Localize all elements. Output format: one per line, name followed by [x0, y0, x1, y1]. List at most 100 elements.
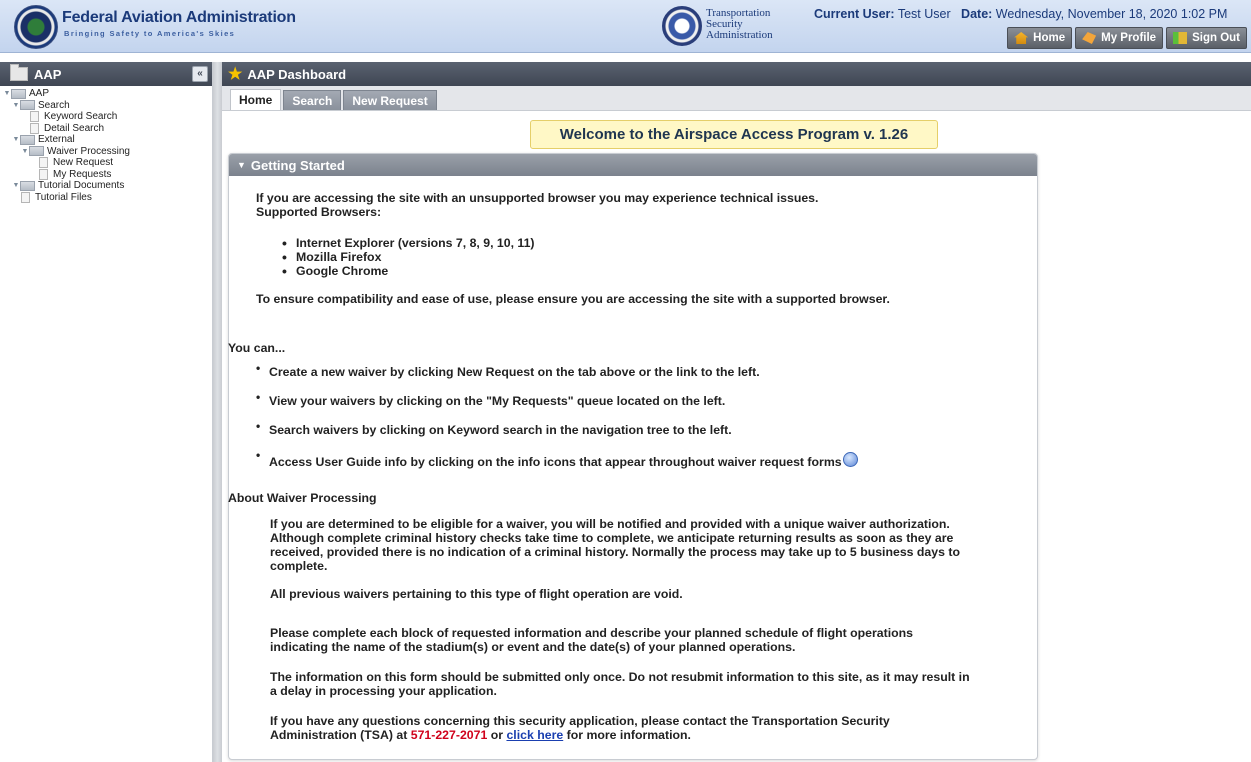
expand-arrow-icon[interactable]: ▼ — [12, 100, 20, 112]
my-profile-button[interactable]: My Profile — [1075, 27, 1164, 49]
sidebar: AAP « ▼ AAP ▼ Search Keyword Search Deta… — [0, 62, 213, 762]
tree-item-keyword-search[interactable]: Keyword Search — [0, 111, 212, 123]
tree-item-label: Keyword Search — [44, 111, 118, 122]
faa-seal-icon — [14, 5, 58, 49]
tab-bar: Home Search New Request — [222, 86, 1251, 111]
tab-home[interactable]: Home — [230, 89, 282, 110]
dashboard-header: ★ AAP Dashboard — [222, 62, 1251, 86]
faa-tagline: Bringing Safety to America's Skies — [64, 29, 236, 38]
document-icon — [21, 191, 30, 203]
date-label: Date: — [961, 7, 993, 21]
you-can-heading: You can... — [228, 341, 286, 355]
my-profile-button-label: My Profile — [1101, 32, 1157, 44]
expand-arrow-icon[interactable]: ▼ — [3, 88, 11, 100]
click-here-link[interactable]: click here — [506, 728, 563, 742]
tree-item-tutorial-documents[interactable]: ▼ Tutorial Documents — [0, 180, 212, 192]
tree-item-label: Waiver Processing — [47, 145, 130, 157]
dashboard-title: AAP Dashboard — [247, 66, 347, 82]
expand-arrow-icon[interactable]: ▼ — [12, 180, 20, 192]
browser-item: Google Chrome — [282, 264, 388, 278]
tree-item-label: My Requests — [53, 168, 112, 180]
action-item: Create a new waiver by clicking New Requ… — [256, 361, 760, 379]
home-button-label: Home — [1033, 32, 1066, 44]
collapse-triangle-icon: ▼ — [237, 160, 246, 170]
tree-item-label: Search — [38, 99, 70, 111]
browser-item: Mozilla Firefox — [282, 250, 381, 264]
main-content: ★ AAP Dashboard Home Search New Request … — [222, 62, 1251, 762]
tree-item-new-request[interactable]: New Request — [0, 157, 212, 169]
tree-item-detail-search[interactable]: Detail Search — [0, 123, 212, 135]
tree-item-search[interactable]: ▼ Search — [0, 100, 212, 112]
info-icon[interactable] — [842, 452, 858, 467]
welcome-banner: Welcome to the Airspace Access Program v… — [530, 120, 938, 149]
about-paragraph-line: indicating the name of the stadium(s) or… — [270, 640, 796, 654]
sidebar-header: AAP « — [0, 62, 212, 86]
tree-item-label: Detail Search — [44, 122, 105, 134]
tree-item-waiver-processing[interactable]: ▼ Waiver Processing — [0, 146, 212, 158]
star-icon: ★ — [228, 66, 243, 83]
getting-started-header[interactable]: ▼ Getting Started — [229, 154, 1037, 176]
tree-item-aap[interactable]: ▼ AAP — [0, 88, 212, 100]
document-icon — [30, 111, 39, 123]
supported-browsers-label: Supported Browsers: — [256, 205, 382, 219]
current-user-label: Current User: — [814, 7, 895, 21]
header-buttons: Home My Profile Sign Out — [1007, 27, 1247, 49]
tree-item-label: Tutorial Documents — [38, 180, 125, 191]
action-item: Search waivers by clicking on Keyword se… — [256, 419, 732, 437]
sign-out-icon — [1173, 32, 1188, 44]
panel-title: Getting Started — [250, 157, 345, 173]
tab-search[interactable]: Search — [283, 90, 342, 110]
tree-item-my-requests[interactable]: My Requests — [0, 169, 212, 181]
browser-warning: If you are accessing the site with an un… — [256, 191, 819, 205]
tsa-name-line: Administration — [706, 29, 773, 41]
folder-icon — [11, 88, 26, 99]
expand-arrow-icon[interactable]: ▼ — [21, 146, 29, 158]
tree-item-tutorial-files[interactable]: Tutorial Files — [0, 192, 212, 204]
sidebar-title: AAP — [34, 66, 62, 82]
sign-out-button[interactable]: Sign Out — [1166, 27, 1247, 49]
tab-new-request[interactable]: New Request — [343, 90, 437, 110]
folder-icon — [20, 180, 35, 191]
about-paragraph-line: received, provided there is no indicatio… — [270, 545, 960, 559]
about-paragraph-line: The information on this form should be s… — [270, 670, 970, 684]
app-header: Federal Aviation Administration Bringing… — [0, 0, 1251, 53]
profile-icon — [1082, 32, 1097, 44]
tree-item-external[interactable]: ▼ External — [0, 134, 212, 146]
action-item: Access User Guide info by clicking on th… — [256, 448, 858, 469]
folder-icon — [20, 100, 35, 111]
browser-item: Internet Explorer (versions 7, 8, 9, 10,… — [282, 236, 535, 250]
collapse-sidebar-button[interactable]: « — [192, 66, 208, 82]
about-paragraph-line: Please complete each block of requested … — [270, 626, 913, 640]
sidebar-splitter[interactable] — [213, 62, 222, 762]
home-icon — [1014, 32, 1029, 44]
folder-icon — [29, 146, 44, 157]
contact-or: or — [487, 728, 507, 742]
about-heading: About Waiver Processing — [228, 491, 377, 505]
document-icon — [39, 157, 48, 169]
document-icon — [30, 122, 39, 134]
about-paragraph-line: a delay in processing your application. — [270, 684, 497, 698]
folder-icon — [10, 64, 28, 81]
contact-line: Administration (TSA) at 571-227-2071 or … — [270, 728, 691, 742]
date-value: Wednesday, November 18, 2020 1:02 PM — [995, 7, 1228, 21]
about-paragraph-line: complete. — [270, 559, 328, 573]
sign-out-button-label: Sign Out — [1192, 32, 1240, 44]
tsa-seal-icon — [662, 6, 702, 46]
tsa-name: Transportation Security Administration — [706, 8, 773, 41]
tree-item-label: External — [38, 134, 75, 145]
about-paragraph-line: If you are determined to be eligible for… — [270, 517, 950, 531]
faa-title: Federal Aviation Administration — [62, 9, 296, 26]
contact-suffix: for more information. — [563, 728, 691, 742]
tsa-phone-number: 571-227-2071 — [410, 728, 488, 742]
action-item: View your waivers by clicking on the "My… — [256, 390, 725, 408]
contact-prefix: Administration (TSA) at — [270, 728, 411, 742]
current-user-value: Test User — [897, 7, 951, 21]
tree-item-label: Tutorial Files — [35, 191, 92, 203]
expand-arrow-icon[interactable]: ▼ — [12, 134, 20, 146]
about-paragraph-line: Although complete criminal history check… — [270, 531, 954, 545]
home-button[interactable]: Home — [1007, 27, 1073, 49]
tree-item-label: New Request — [53, 157, 114, 168]
compat-note: To ensure compatibility and ease of use,… — [256, 292, 890, 306]
action-item-text: Access User Guide info by clicking on th… — [269, 455, 842, 469]
current-user-info: Current User: Test User Date: Wednesday,… — [814, 7, 1227, 21]
